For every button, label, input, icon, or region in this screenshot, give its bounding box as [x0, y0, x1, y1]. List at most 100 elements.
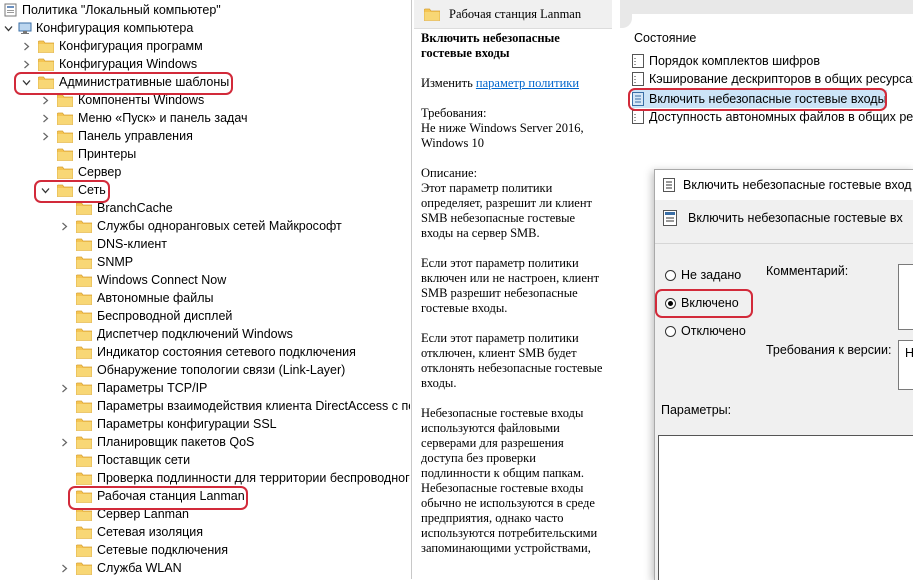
chevron-right-icon[interactable] — [39, 109, 51, 127]
folder-icon — [56, 166, 74, 179]
tree-item[interactable]: Проверка подлинности для территории бесп… — [58, 469, 410, 487]
tree-item-label: Обнаружение топологии связи (Link-Layer) — [97, 363, 346, 377]
tree-item[interactable]: Параметры конфигурации SSL — [58, 415, 277, 433]
tree-item-label: Служба WLAN — [97, 561, 182, 575]
comment-label: Комментарий: — [766, 264, 849, 278]
tree-item[interactable]: Конфигурация компьютера — [2, 19, 193, 37]
folder-icon — [37, 40, 55, 53]
chevron-right-icon[interactable] — [58, 559, 70, 577]
folder-icon — [75, 292, 93, 305]
setting-label: Доступность автономных файлов в общих ре… — [649, 110, 913, 124]
dialog-inner-title-row: Включить небезопасные гостевые вх — [663, 210, 903, 226]
description-paragraph-3: Если этот параметр политики отключен, кл… — [421, 331, 603, 390]
chevron-right-icon[interactable] — [58, 379, 70, 397]
requirements-text: Не ниже Windows Server 2016, Windows 10 — [421, 121, 584, 150]
comment-field[interactable] — [898, 264, 913, 330]
folder-icon — [37, 58, 55, 71]
tree-item[interactable]: Поставщик сети — [58, 451, 190, 469]
chevron-down-icon[interactable] — [2, 19, 14, 37]
tree-item[interactable]: Параметры взаимодействия клиента DirectA… — [58, 397, 410, 415]
tree-item[interactable]: Сетевые подключения — [58, 541, 228, 559]
tree-item[interactable]: Беспроводной дисплей — [58, 307, 232, 325]
tree-item-label: Сетевая изоляция — [97, 525, 204, 539]
computer-icon — [18, 21, 32, 35]
supported-field: Н — [898, 340, 913, 390]
chevron-right-icon[interactable] — [20, 37, 32, 55]
policy-dialog: Включить небезопасные гостевые вход Вклю… — [654, 169, 913, 580]
tree-item[interactable]: Конфигурация Windows — [20, 55, 197, 73]
highlight-network — [34, 180, 110, 203]
radio-disabled[interactable]: Отключено — [665, 324, 746, 338]
tree-root[interactable]: Политика "Локальный компьютер" — [4, 1, 221, 19]
settings-tab — [620, 14, 913, 30]
tree-item-label: Проверка подлинности для территории бесп… — [97, 471, 410, 485]
tree-item-label: BranchCache — [97, 201, 173, 215]
highlight-admin-templates — [14, 72, 233, 95]
tree-item-label: Windows Connect Now — [97, 273, 227, 287]
description-header: Рабочая станция Lanman — [414, 0, 612, 29]
options-panel — [658, 435, 913, 580]
tree-item-label: Службы одноранговых сетей Майкрософт — [97, 219, 342, 233]
column-header-state[interactable]: Состояние — [634, 31, 696, 45]
folder-icon — [75, 274, 93, 287]
tree-item[interactable]: Обнаружение топологии связи (Link-Layer) — [58, 361, 345, 379]
pane-splitter[interactable] — [411, 0, 412, 579]
tree-item[interactable]: Диспетчер подключений Windows — [58, 325, 293, 343]
tree-item[interactable]: Параметры TCP/IP — [58, 379, 207, 397]
edit-policy-link[interactable]: параметр политики — [476, 76, 579, 90]
supported-value: Н — [905, 346, 913, 360]
tree-item[interactable]: Сервер — [39, 163, 121, 181]
tree-item[interactable]: Служба WLAN — [58, 559, 182, 577]
chevron-right-icon[interactable] — [58, 433, 70, 451]
tree-item[interactable]: Панель управления — [39, 127, 193, 145]
tree-item[interactable]: Принтеры — [39, 145, 136, 163]
tree-item-label: Конфигурация компьютера — [36, 21, 194, 35]
chevron-right-icon[interactable] — [20, 55, 32, 73]
setting-row[interactable]: Кэширование дескрипторов в общих ресурса… — [632, 70, 913, 88]
tree-item[interactable]: Автономные файлы — [58, 289, 214, 307]
tree-item-label: Индикатор состояния сетевого подключения — [97, 345, 356, 359]
radio-label: Не задано — [681, 268, 742, 282]
radio-not-configured[interactable]: Не задано — [665, 268, 741, 282]
folder-icon — [75, 256, 93, 269]
chevron-right-icon[interactable] — [58, 217, 70, 235]
policy-setting-icon — [663, 210, 677, 226]
tree-item[interactable]: DNS-клиент — [58, 235, 167, 253]
setting-row[interactable]: Порядок комплектов шифров — [632, 52, 820, 70]
tree-item-label: Планировщик пакетов QoS — [97, 435, 255, 449]
policy-setting-icon — [632, 110, 644, 124]
tree-item-label: Поставщик сети — [97, 453, 191, 467]
radio-label: Отключено — [681, 324, 746, 338]
radio-button[interactable] — [665, 269, 676, 281]
highlight-selected-setting — [628, 88, 887, 111]
tree-item[interactable]: Конфигурация программ — [20, 37, 203, 55]
tree-item-label: Сервер — [78, 165, 122, 179]
radio-button[interactable] — [665, 325, 676, 337]
tree-item[interactable]: Windows Connect Now — [58, 271, 226, 289]
chevron-right-icon[interactable] — [39, 127, 51, 145]
edit-prefix: Изменить — [421, 76, 476, 90]
tree-item[interactable]: Службы одноранговых сетей Майкрософт — [58, 217, 342, 235]
tree-item[interactable]: SNMP — [58, 253, 133, 271]
folder-icon — [75, 346, 93, 359]
tree-item[interactable]: Меню «Пуск» и панель задач — [39, 109, 248, 127]
tree-item[interactable]: Сетевая изоляция — [58, 523, 203, 541]
folder-icon — [423, 8, 441, 21]
tree-item-label: Беспроводной дисплей — [97, 309, 233, 323]
folder-icon — [56, 148, 74, 161]
dialog-titlebar[interactable]: Включить небезопасные гостевые вход — [655, 170, 913, 200]
folder-icon — [75, 418, 93, 431]
description-block: Описание: Этот параметр политики определя… — [421, 166, 607, 241]
tree-item[interactable]: Индикатор состояния сетевого подключения — [58, 343, 356, 361]
edit-policy-line: Изменить параметр политики — [421, 76, 607, 91]
tree-item[interactable]: Планировщик пакетов QoS — [58, 433, 254, 451]
